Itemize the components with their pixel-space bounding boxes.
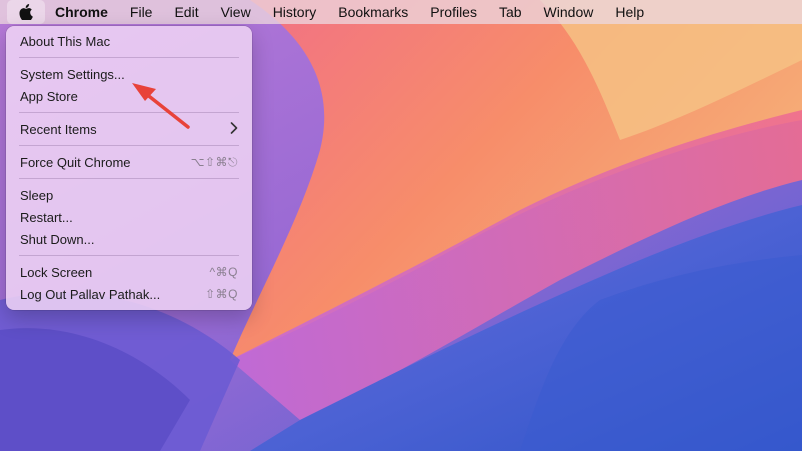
annotation-arrow-icon [132,83,190,129]
